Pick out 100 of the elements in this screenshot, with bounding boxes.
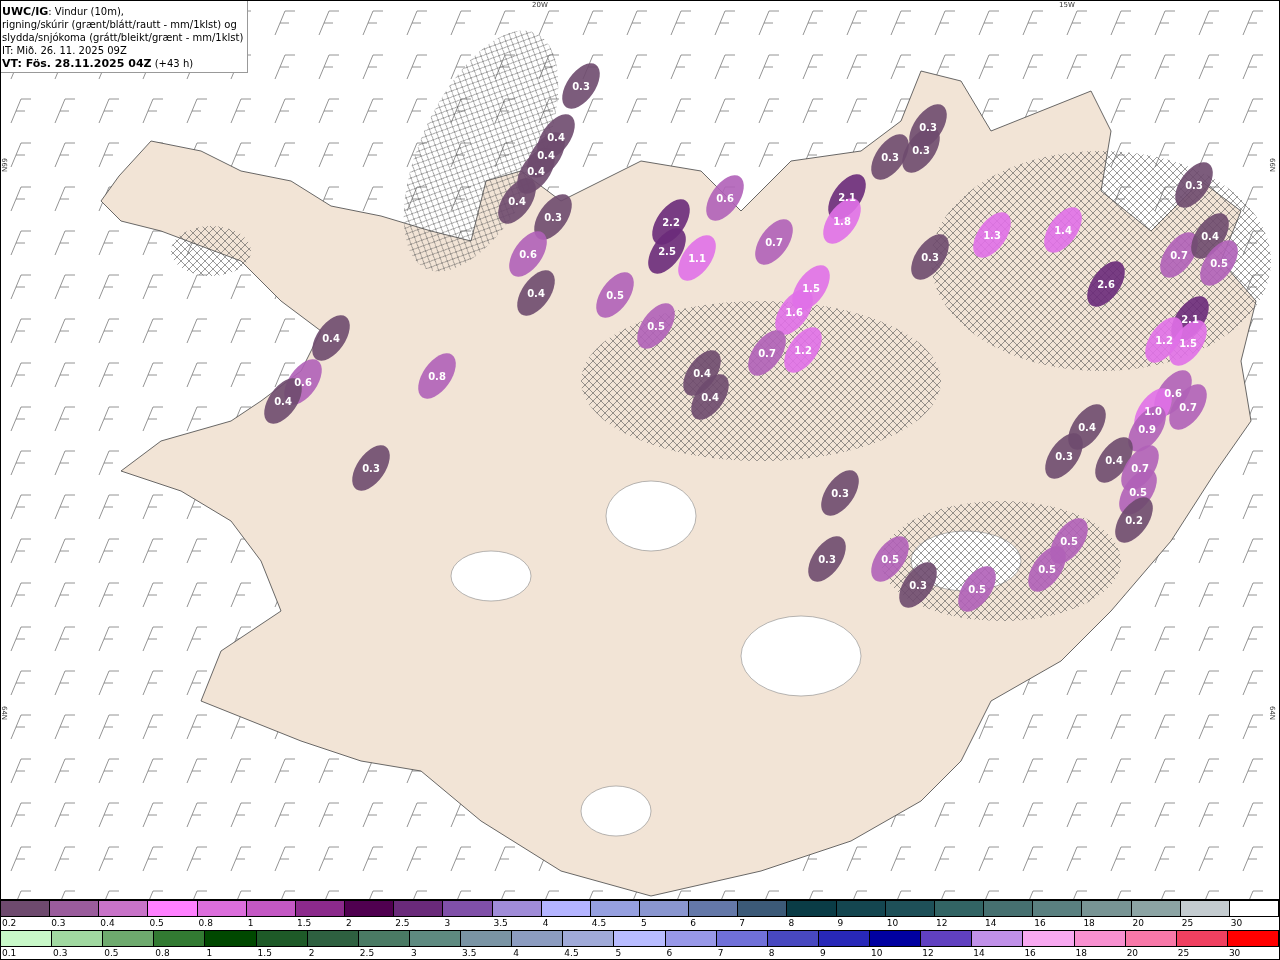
- legend-label: 16: [1023, 948, 1036, 958]
- legend-label: 14: [972, 948, 985, 958]
- precipitation-value: 0.3: [362, 463, 380, 474]
- precipitation-value: 0.3: [572, 81, 590, 92]
- legend-label: 0.8: [154, 948, 170, 958]
- legend-label: 0.3: [50, 918, 66, 928]
- precipitation-area: [418, 353, 456, 399]
- legend-label: 3.5: [492, 918, 508, 928]
- title-line: rigning/skúrir (grænt/blátt/rautt - mm/1klst) og: [2, 18, 238, 31]
- legend-label: 20: [1131, 918, 1144, 928]
- precipitation-area: [517, 270, 555, 316]
- legend-label: 8: [787, 918, 795, 928]
- legend-label: 0.2: [1, 918, 17, 928]
- legend-label: 4.5: [590, 918, 607, 928]
- legend-label: 16: [1033, 918, 1046, 928]
- precipitation-value: 0.4: [1078, 422, 1096, 433]
- precipitation-value: 2.2: [662, 217, 680, 228]
- precipitation-value: 0.6: [1164, 388, 1182, 399]
- precipitation-value: 0.7: [1179, 402, 1197, 413]
- precipitation-value: 0.4: [537, 150, 555, 161]
- precipitation-value: 1.2: [1155, 335, 1173, 346]
- precipitation-area: [748, 330, 786, 376]
- legend-label: 1: [205, 948, 213, 958]
- precipitation-value: 2.5: [658, 246, 676, 257]
- legend-label: 14: [984, 918, 997, 928]
- precipitation-value: 0.2: [1125, 515, 1143, 526]
- precipitation-value: 0.5: [606, 290, 624, 301]
- precipitation-value: 0.5: [1060, 536, 1078, 547]
- legend-label: 18: [1074, 948, 1087, 958]
- legend-label: 18: [1082, 918, 1095, 928]
- precipitation-value: 0.7: [765, 237, 783, 248]
- precipitation-value: 0.3: [831, 488, 849, 499]
- legend-label: 0.5: [103, 948, 119, 958]
- precipitation-value: 0.4: [1201, 231, 1219, 242]
- precipitation-value: 2.1: [1181, 314, 1199, 325]
- precipitation-value: 0.5: [1210, 258, 1228, 269]
- precipitation-area: [596, 272, 634, 318]
- precipitation-area: [755, 219, 793, 265]
- legend-label: 25: [1180, 918, 1194, 928]
- legend-label: 7: [738, 918, 746, 928]
- precipitation-value: 0.7: [1131, 463, 1149, 474]
- legend-label: 0.1: [1, 948, 17, 958]
- legend-label: 2: [307, 948, 315, 958]
- precipitation-area: [637, 303, 675, 349]
- precipitation-area: [808, 536, 846, 582]
- legend-label: 0.3: [52, 948, 68, 958]
- legend-label: 5: [640, 918, 647, 928]
- precipitation-value: 1.5: [1179, 338, 1197, 349]
- precipitation-value: 2.1: [838, 192, 856, 203]
- precipitation-value: 1.6: [785, 307, 803, 318]
- precipitation-value: 0.4: [693, 368, 711, 379]
- legend-label: 20: [1125, 948, 1139, 958]
- legend-label: 6: [665, 948, 673, 958]
- legend-label: 10: [870, 948, 883, 958]
- precipitation-value: 0.4: [701, 392, 719, 403]
- legend-label: 7: [716, 948, 724, 958]
- legend-label: 0.4: [99, 918, 115, 928]
- precipitation-value: 1.8: [833, 216, 851, 227]
- title-line: slydda/snjókoma (grátt/bleikt/grænt - mm/1klst): [2, 31, 244, 44]
- precipitation-value: 0.3: [818, 554, 836, 565]
- legend-label: 1.5: [256, 948, 272, 958]
- precipitation-value: 0.3: [544, 212, 562, 223]
- precipitation-area: [1200, 240, 1238, 286]
- legend-label: 10: [885, 918, 899, 928]
- legend-label: 0.8: [197, 918, 213, 928]
- title-line: UWC/IG: Vindur (10m),: [2, 5, 125, 18]
- legend-label: 3: [409, 948, 417, 958]
- precipitation-value: 0.4: [322, 333, 340, 344]
- legend-label: 5: [614, 948, 622, 958]
- precipitation-area: [821, 470, 859, 516]
- legend-label: 4: [541, 918, 549, 928]
- precipitation-value: 0.6: [716, 193, 734, 204]
- legend-label: 8: [767, 948, 775, 958]
- precipitation-value: 1.0: [1144, 406, 1162, 417]
- legend-label: 6: [689, 918, 696, 928]
- legend-label: 2: [345, 918, 352, 928]
- legend-label: 30: [1227, 948, 1241, 958]
- precipitation-area: [871, 536, 909, 582]
- legend-label: 4: [512, 948, 519, 958]
- precipitation-value: 0.4: [547, 132, 565, 143]
- precipitation-value: 1.2: [794, 345, 812, 356]
- precipitation-value: 1.3: [983, 230, 1001, 241]
- precipitation-area: [312, 315, 350, 361]
- precipitation-area: [1160, 232, 1198, 278]
- legend-label: 12: [921, 948, 934, 958]
- precipitation-value: 0.5: [881, 554, 899, 565]
- precipitation-value: 0.7: [758, 348, 776, 359]
- glacier-area: [580, 785, 652, 837]
- precipitation-value: 0.5: [968, 584, 986, 595]
- precipitation-area: [534, 194, 572, 240]
- legend-label: 0.5: [148, 918, 164, 928]
- precipitation-value: 0.3: [1055, 451, 1073, 462]
- precipitation-area: [1044, 207, 1082, 253]
- precipitation-value: 0.3: [1185, 180, 1203, 191]
- precipitation-area: [973, 212, 1011, 258]
- precipitation-value: 0.4: [274, 396, 292, 407]
- precipitation-value: 0.3: [912, 145, 930, 156]
- precipitation-area: [706, 175, 744, 221]
- legend-label: 9: [818, 948, 826, 958]
- precipitation-value: 0.9: [1138, 424, 1156, 435]
